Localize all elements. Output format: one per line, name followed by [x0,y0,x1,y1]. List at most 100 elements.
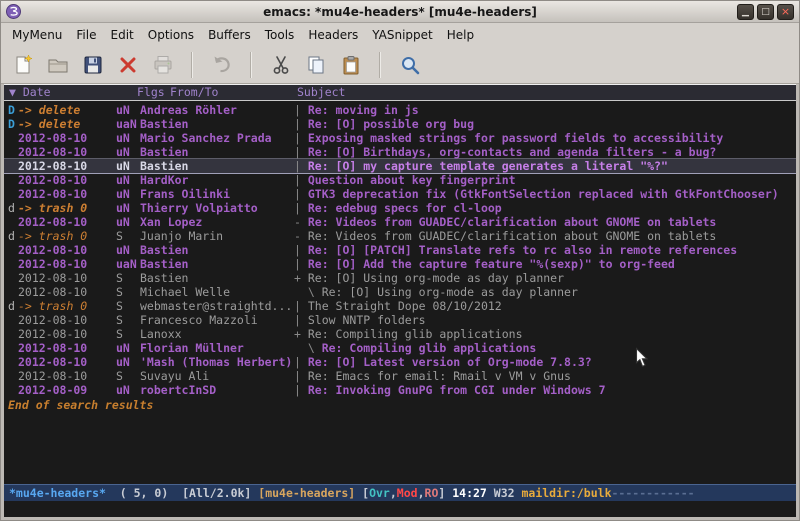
message-row[interactable]: 2012-08-10SLanoxx+ Re: Compiling glib ap… [4,327,796,341]
menu-headers[interactable]: Headers [301,25,365,45]
message-row[interactable]: 2012-08-10SMichael Welle \ Re: [O] Using… [4,285,796,299]
message-row[interactable]: 2012-08-10SFrancesco Mazzoli| Slow NNTP … [4,313,796,327]
echo-area[interactable] [4,501,796,517]
thread-separator: - [294,215,308,229]
row-subject: | Slow NNTP folders [294,313,796,327]
row-date: 2012-08-10 [18,327,116,341]
row-subject: | Re: Emacs for email: Rmail v VM v Gnus [294,369,796,383]
message-row[interactable]: 2012-08-10SSuvayu Ali| Re: Emacs for ema… [4,369,796,383]
message-row[interactable]: d-> trash 0SJuanjo Marin- Re: Videos fro… [4,229,796,243]
toolbar-separator [250,52,252,78]
cut-icon [270,54,292,76]
close-button[interactable]: × [777,4,794,20]
thread-separator: + [294,271,308,285]
row-from: Suvayu Ali [140,369,294,383]
row-from: Mario Sanchez Prada [140,131,294,145]
row-subject: | Re: [O] Latest version of Org-mode 7.8… [294,355,796,369]
column-header-date[interactable]: ▼ Date [9,85,51,100]
row-from: Bastien [140,145,294,159]
row-flags: S [116,327,140,341]
new-file-button[interactable] [7,50,38,80]
print-button [147,50,178,80]
subject-text: Re: [O] [PATCH] Translate refs to rc als… [308,243,737,257]
row-from: HardKor [140,173,294,187]
modeline-segment-ovr: Ovr [369,486,390,500]
menu-tools[interactable]: Tools [258,25,302,45]
message-list: D-> deleteuNAndreas Röhler| Re: moving i… [4,103,796,397]
row-mark [8,327,18,341]
message-row[interactable]: d-> trash 0uNThierry Volpiatto| Re: edeb… [4,201,796,215]
row-flags: uN [116,187,140,201]
message-row[interactable]: d-> trash 0Swebmaster@straightd...| The … [4,299,796,313]
message-row[interactable]: 2012-08-10uNFlorian Müllner \ Re: Compil… [4,341,796,355]
message-row[interactable]: D-> deleteuNAndreas Röhler| Re: moving i… [4,103,796,117]
row-flags: uN [116,159,140,173]
menu-edit[interactable]: Edit [104,25,141,45]
maximize-button[interactable]: □ [757,4,774,20]
message-row[interactable]: 2012-08-10uaNBastien| Re: [O] Add the ca… [4,257,796,271]
menu-help[interactable]: Help [440,25,481,45]
modeline-segment-plain: ] [438,486,452,500]
thread-separator: | [294,201,308,215]
row-from: robertcInSD [140,383,294,397]
menu-options[interactable]: Options [141,25,201,45]
message-row[interactable]: D-> deleteuaNBastien| Re: [O] possible o… [4,117,796,131]
modeline-segment-plain: [All/2.0k] [182,486,258,500]
close-icon [117,54,139,76]
message-row[interactable]: 2012-08-10uNFrans Oilinki| GTK3 deprecat… [4,187,796,201]
row-flags: uN [116,131,140,145]
thread-separator: | [294,131,308,145]
message-row[interactable]: 2012-08-09uNrobertcInSD| Re: Invoking Gn… [4,383,796,397]
thread-separator: \ [294,285,322,299]
subject-text: Re: Compiling glib applications [322,341,537,355]
paste-button[interactable] [335,50,366,80]
close-button[interactable] [112,50,143,80]
row-date: 2012-08-10 [18,313,116,327]
message-row[interactable]: 2012-08-10uNBastien| Re: [O] my capture … [4,159,796,173]
menu-buffers[interactable]: Buffers [201,25,258,45]
titlebar[interactable]: emacs: *mu4e-headers* [mu4e-headers] ▁□× [1,1,799,23]
subject-text: Re: [O] Using org-mode as day planner [308,271,564,285]
column-header-from[interactable]: From/To [170,85,218,100]
modeline-segment-time: 14:27 [452,486,494,500]
minimize-button[interactable]: ▁ [737,4,754,20]
message-row[interactable]: 2012-08-10uNMario Sanchez Prada| Exposin… [4,131,796,145]
row-date: 2012-08-10 [18,257,116,271]
subject-text: Re: Compiling glib applications [308,327,523,341]
subject-text: Re: [O] my capture template generates a … [308,159,668,173]
message-row[interactable]: 2012-08-10uN'Mash (Thomas Herbert)| Re: … [4,355,796,369]
row-date: 2012-08-10 [18,341,116,355]
cut-button[interactable] [265,50,296,80]
mode-line[interactable]: *mu4e-headers* ( 5, 0) [All/2.0k] [mu4e-… [4,484,796,501]
row-flags: S [116,271,140,285]
search-icon [399,54,421,76]
row-subject: | Re: [O] Add the capture feature "%(sex… [294,257,796,271]
row-mark: d [8,229,18,243]
message-row[interactable]: 2012-08-10uNHardKor| Question about key … [4,173,796,187]
menu-mymenu[interactable]: MyMenu [5,25,69,45]
menu-file[interactable]: File [69,25,103,45]
thread-separator: | [294,243,308,257]
row-from: Michael Welle [140,285,294,299]
row-flags: uN [116,215,140,229]
subject-text: The Straight Dope 08/10/2012 [308,299,502,313]
message-row[interactable]: 2012-08-10uNBastien| Re: [O] [PATCH] Tra… [4,243,796,257]
column-header-subject[interactable]: Subject [297,85,345,100]
menu-yasnippet[interactable]: YASnippet [365,25,440,45]
search-button[interactable] [394,50,425,80]
end-of-results: End of search results [4,398,796,412]
row-from: webmaster@straightd... [140,299,294,313]
save-button[interactable] [77,50,108,80]
row-date: 2012-08-09 [18,383,116,397]
column-header-flags[interactable]: Flgs [137,85,165,100]
message-row[interactable]: 2012-08-10uNXan Lopez- Re: Videos from G… [4,215,796,229]
row-flags: uN [116,355,140,369]
row-subject: | Re: [O] [PATCH] Translate refs to rc a… [294,243,796,257]
open-file-button[interactable] [42,50,73,80]
modeline-segment-folder: maildir:/bulk [521,486,611,500]
message-row[interactable]: 2012-08-10SBastien+ Re: [O] Using org-mo… [4,271,796,285]
row-from: Bastien [140,257,294,271]
message-row[interactable]: 2012-08-10uNBastien| Re: [O] Birthdays, … [4,145,796,159]
thread-separator: | [294,313,308,327]
copy-button[interactable] [300,50,331,80]
